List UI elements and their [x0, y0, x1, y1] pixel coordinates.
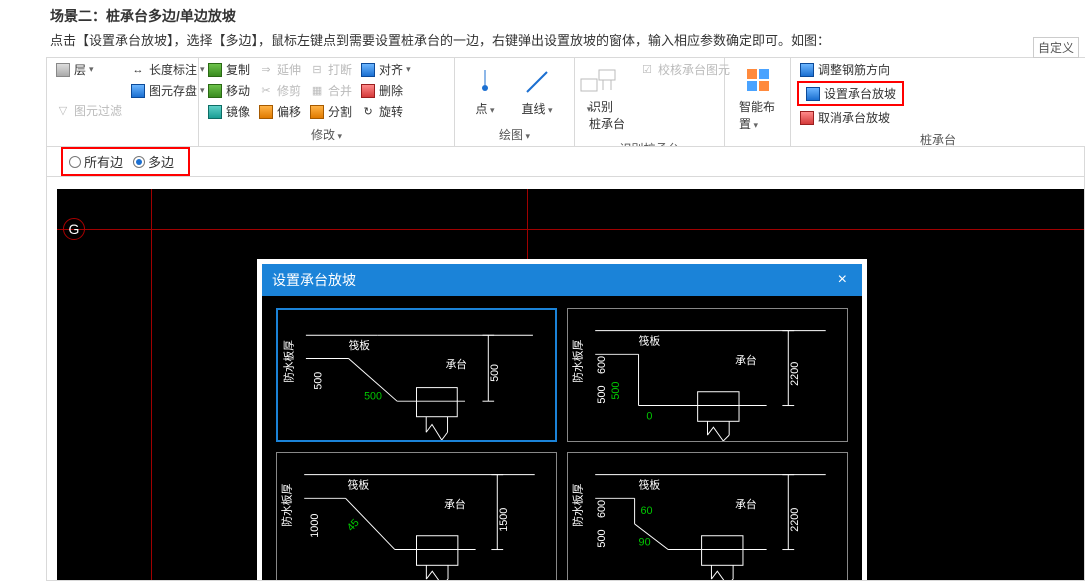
slope-option-4[interactable]: 防水板厚 筏板 600 500 60 90 — [567, 452, 848, 581]
svg-text:500: 500 — [364, 390, 382, 402]
draw-group-label[interactable]: 绘图 — [455, 124, 574, 146]
recognize-group-label: 识别桩承台 — [575, 138, 724, 147]
svg-text:1500: 1500 — [498, 508, 510, 532]
move-button[interactable]: 移动 — [205, 81, 252, 100]
help-button[interactable]: 自定义 — [1033, 37, 1079, 58]
svg-text:500: 500 — [596, 385, 608, 403]
scenario-desc: 点击【设置承台放坡】，选择【多边】，鼠标左键点到需要设置桩承台的一边，右键弹出设… — [0, 28, 1085, 57]
length-dim-dropdown[interactable]: ↔长度标注 — [128, 60, 207, 79]
svg-text:500: 500 — [312, 372, 324, 390]
mirror-button[interactable]: 镜像 — [205, 102, 252, 121]
svg-text:2200: 2200 — [789, 508, 801, 532]
rebar-direction-button[interactable]: 调整钢筋方向 — [797, 60, 904, 79]
save-layer-dropdown[interactable]: 图元存盘 — [128, 81, 207, 100]
ribbon: 层 ▽图元过滤 ↔长度标注 图元存盘 复制 移动 镜像 ⇒延伸 ✂修剪 偏移 — [46, 57, 1085, 147]
svg-text:2200: 2200 — [789, 362, 801, 386]
svg-text:1000: 1000 — [309, 514, 321, 538]
point-button[interactable]: 点 — [461, 62, 509, 121]
dialog-close-button[interactable]: × — [833, 271, 852, 289]
align-dropdown[interactable]: 对齐 — [358, 60, 413, 79]
svg-text:防水板厚: 防水板厚 — [282, 340, 295, 383]
extend-button: ⇒延伸 — [256, 60, 303, 79]
scenario-title: 场景二：桩承台多边/单边放坡 — [0, 0, 1085, 28]
canvas-area[interactable]: G 设置承台放坡 × 防水板厚 筏板 500 500 — [46, 177, 1085, 581]
split-button[interactable]: 分割 — [307, 102, 354, 121]
radio-all-sides[interactable]: 所有边 — [69, 152, 123, 171]
svg-text:承台: 承台 — [444, 497, 466, 511]
layer-dropdown[interactable]: 层 — [53, 60, 124, 79]
set-slope-button[interactable]: 设置承台放坡 — [797, 81, 904, 106]
radio-multi-side[interactable]: 多边 — [133, 152, 174, 171]
svg-text:600: 600 — [596, 500, 608, 518]
svg-text:防水板厚: 防水板厚 — [570, 483, 584, 526]
svg-text:60: 60 — [641, 505, 653, 517]
offset-button[interactable]: 偏移 — [256, 102, 303, 121]
svg-text:防水板厚: 防水板厚 — [570, 339, 584, 382]
svg-text:500: 500 — [610, 382, 622, 400]
rotate-button[interactable]: ↻旋转 — [358, 102, 413, 121]
svg-text:承台: 承台 — [446, 358, 467, 371]
svg-text:筏板: 筏板 — [349, 339, 371, 352]
svg-text:0: 0 — [646, 410, 652, 422]
svg-text:筏板: 筏板 — [348, 477, 370, 491]
slope-option-1[interactable]: 防水板厚 筏板 500 500 承台 — [276, 308, 557, 442]
pile-group-label: 桩承台 — [791, 129, 1085, 147]
svg-text:承台: 承台 — [735, 353, 757, 367]
merge-button: ▦合并 — [307, 81, 354, 100]
svg-text:500: 500 — [596, 529, 608, 547]
modify-group-label[interactable]: 修改 — [199, 124, 454, 146]
trim-button: ✂修剪 — [256, 81, 303, 100]
slope-option-3[interactable]: 防水板厚 筏板 1000 45 承台 — [276, 452, 557, 581]
svg-text:承台: 承台 — [735, 497, 757, 511]
line-button[interactable]: 直线 — [513, 62, 561, 121]
delete-button[interactable]: 删除 — [358, 81, 413, 100]
svg-text:90: 90 — [639, 537, 651, 549]
break-button: ⊟打断 — [307, 60, 354, 79]
dialog-title: 设置承台放坡 — [272, 270, 356, 290]
svg-text:600: 600 — [596, 356, 608, 374]
svg-text:筏板: 筏板 — [639, 477, 661, 491]
smart-layout-button[interactable]: 智能布置 — [731, 60, 784, 136]
layer-filter-button: ▽图元过滤 — [53, 101, 124, 120]
mode-bar: 所有边 多边 — [46, 147, 1085, 177]
svg-text:防水板厚: 防水板厚 — [279, 483, 293, 526]
svg-text:筏板: 筏板 — [639, 333, 661, 347]
cancel-slope-button[interactable]: 取消承台放坡 — [797, 108, 904, 127]
svg-text:45: 45 — [345, 517, 362, 534]
copy-button[interactable]: 复制 — [205, 60, 252, 79]
svg-text:500: 500 — [489, 364, 501, 382]
slope-option-2[interactable]: 防水板厚 筏板 600 500 500 0 承台 — [567, 308, 848, 442]
axis-label-g: G — [63, 218, 85, 240]
recognize-piles-button: 识别 桩承台 — [581, 60, 633, 136]
verify-piles-button: ☑校核承台图元 — [637, 60, 732, 79]
set-slope-dialog: 设置承台放坡 × 防水板厚 筏板 500 500 — [257, 259, 867, 581]
